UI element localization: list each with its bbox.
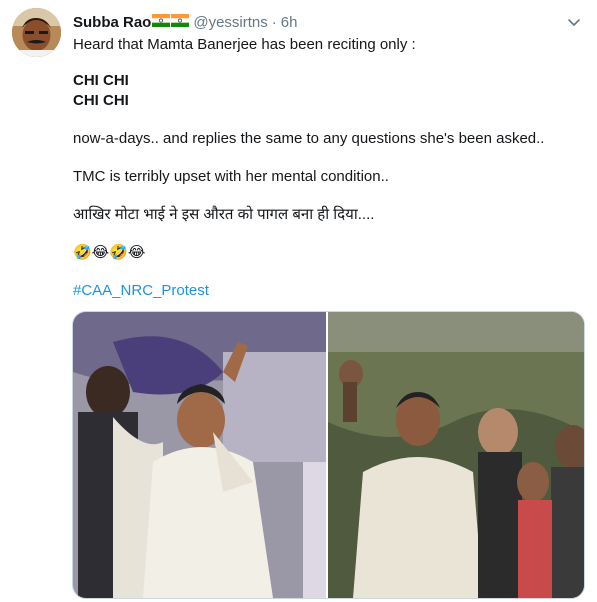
separator-dot: · bbox=[271, 13, 277, 31]
india-flag-icon bbox=[152, 13, 171, 31]
tweet: Subba Rao @yessirtns · 6h Heard that Mam… bbox=[0, 0, 597, 602]
chevron-down-icon[interactable] bbox=[566, 14, 582, 30]
avatar[interactable] bbox=[12, 8, 61, 57]
tweet-media[interactable] bbox=[72, 311, 585, 599]
media-image-right bbox=[328, 312, 584, 598]
tweet-header: Subba Rao @yessirtns · 6h bbox=[73, 12, 297, 32]
emoji-line: 🤣😂🤣😂 bbox=[73, 244, 146, 261]
india-flag-icon bbox=[171, 13, 190, 31]
author-handle[interactable]: @yessirtns bbox=[193, 14, 267, 31]
tweet-text-intro: Heard that Mamta Banerjee has been recit… bbox=[73, 36, 416, 53]
tweet-text-hindi: आखिर मोटा भाई ने इस औरत को पागल बना ही द… bbox=[73, 206, 375, 223]
media-image-left bbox=[73, 312, 327, 598]
tweet-text-chant-2: CHI CHI bbox=[73, 92, 129, 109]
author-name[interactable]: Subba Rao bbox=[73, 14, 151, 31]
tweet-text-chant-1: CHI CHI bbox=[73, 72, 129, 89]
timestamp[interactable]: 6h bbox=[281, 14, 298, 31]
tweet-text-line-4: TMC is terribly upset with her mental co… bbox=[73, 168, 389, 185]
tweet-text-line-3: now-a-days.. and replies the same to any… bbox=[73, 130, 545, 147]
hashtag-link[interactable]: #CAA_NRC_Protest bbox=[73, 281, 209, 301]
